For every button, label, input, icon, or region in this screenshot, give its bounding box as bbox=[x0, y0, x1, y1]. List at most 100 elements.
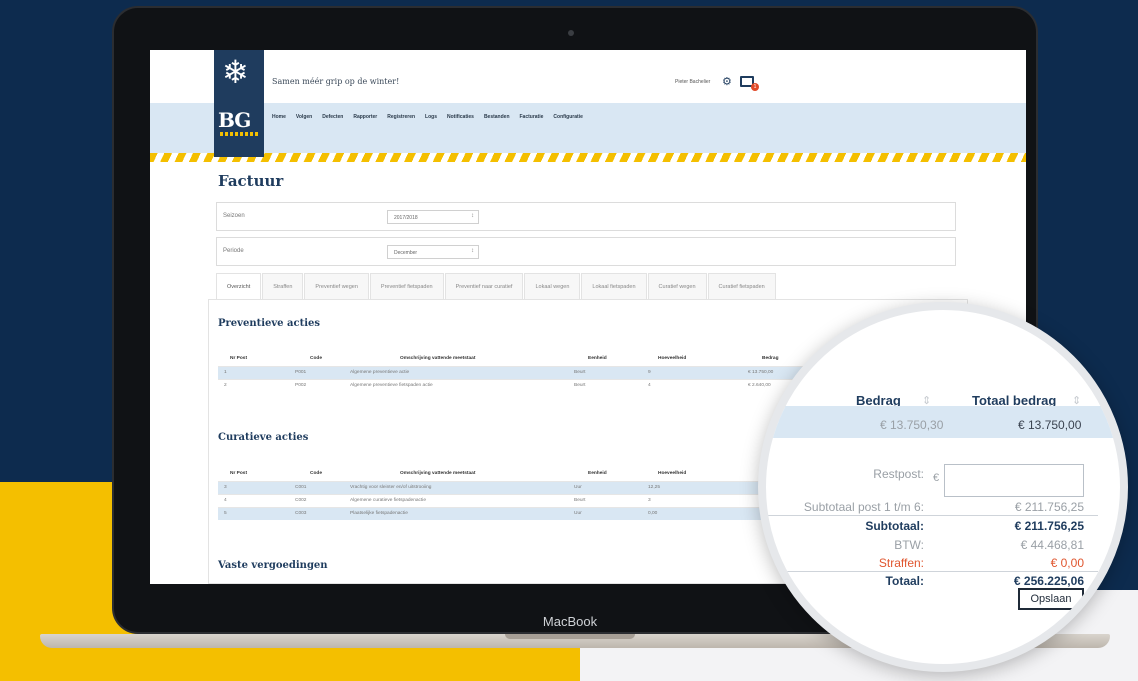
cell-eenheid: Beurt bbox=[574, 370, 586, 375]
column-header[interactable]: Code bbox=[310, 356, 322, 361]
column-header[interactable]: Omschrijving vattende meetstaat bbox=[400, 471, 475, 476]
cell-code: C001 bbox=[295, 485, 307, 490]
page-title: Factuur bbox=[218, 172, 284, 190]
laptop-notch bbox=[505, 634, 635, 639]
cell-code: C003 bbox=[295, 511, 307, 516]
table-header: Nr Post Code Omschrijving vattende meets… bbox=[218, 353, 818, 366]
nav-item-logs[interactable]: Logs bbox=[425, 114, 437, 120]
cell-code: P001 bbox=[295, 370, 307, 375]
cell-hoeveelheid: 12,25 bbox=[648, 485, 661, 490]
tab-straffen[interactable]: Straffen bbox=[262, 273, 304, 299]
cell-totaal-bedrag: € 13.750,00 bbox=[1018, 418, 1082, 432]
tab-preventief-fietspaden[interactable]: Preventief fietspaden bbox=[369, 273, 444, 299]
column-header[interactable]: Hoeveelheid bbox=[658, 356, 686, 361]
filter-periode: Periode December bbox=[216, 237, 956, 266]
column-header[interactable]: Omschrijving vattende meetstaat bbox=[400, 356, 475, 361]
cell-omschrijving: Plaatselijke fietspadenactie bbox=[350, 511, 408, 516]
cell-nr: 1 bbox=[224, 370, 227, 375]
nav-item-defecten[interactable]: Defecten bbox=[322, 114, 343, 120]
table-row[interactable]: 3 C001 Vrachtig voor sleinter en/of uits… bbox=[218, 481, 818, 494]
preventive-table: Nr Post Code Omschrijving vattende meets… bbox=[218, 353, 818, 392]
save-button[interactable]: Opslaan bbox=[1018, 588, 1084, 610]
cell-hoeveelheid: 0,00 bbox=[648, 511, 658, 516]
zoom-content: Bedrag ⇕ Totaal bedrag ⇕ € 13.750,30 € 1… bbox=[766, 310, 1120, 664]
filter-label: Seizoen bbox=[223, 213, 245, 219]
tab-curatief-fietspaden[interactable]: Curatief fietspaden bbox=[707, 273, 776, 299]
gear-icon[interactable]: ⚙ bbox=[722, 75, 732, 88]
cell-code: C002 bbox=[295, 498, 307, 503]
column-header[interactable]: Eenheid bbox=[588, 471, 607, 476]
summary-label-btw: BTW: bbox=[894, 538, 924, 552]
snowflake-icon: ❄ bbox=[222, 54, 249, 90]
tab-curatief-wegen[interactable]: Curatief wegen bbox=[647, 273, 707, 299]
cell-eenheid: Uur bbox=[574, 485, 582, 490]
periode-select[interactable]: December bbox=[387, 245, 479, 259]
nav-item-bestanden[interactable]: Bestanden bbox=[484, 114, 510, 120]
restpost-label: Restpost: bbox=[873, 467, 924, 481]
cell-eenheid: Beurt bbox=[574, 498, 586, 503]
restpost-input[interactable] bbox=[944, 464, 1084, 497]
logo-stripe bbox=[220, 132, 258, 136]
table-row[interactable]: 5 C003 Plaatselijke fietspadenactie Uur … bbox=[218, 507, 818, 520]
nav-item-registreren[interactable]: Registreren bbox=[387, 114, 415, 120]
tab-lokaal-wegen[interactable]: Lokaal wegen bbox=[524, 273, 581, 299]
cell-omschrijving: Algemene preventieve fietspaden actie bbox=[350, 383, 433, 388]
section-title: Curatieve acties bbox=[218, 432, 309, 443]
divider bbox=[768, 571, 1098, 572]
nav-item-rapporter[interactable]: Rapporter bbox=[353, 114, 377, 120]
cell-eenheid: Beurt bbox=[574, 383, 586, 388]
nav-item-notificaties[interactable]: Notificaties bbox=[447, 114, 474, 120]
tab-bar: Overzicht Straffen Preventief wegen Prev… bbox=[216, 273, 777, 299]
cell-code: P002 bbox=[295, 383, 307, 388]
summary-label-subtotaal: Subtotaal: bbox=[865, 519, 924, 533]
cell-hoeveelheid: 3 bbox=[648, 498, 651, 503]
table-header: Nr Post Code Omschrijving vattende meets… bbox=[218, 468, 818, 481]
summary-value-btw: € 44.468,81 bbox=[1020, 538, 1084, 552]
column-header[interactable]: Code bbox=[310, 471, 322, 476]
table-row[interactable]: 2 P002 Algemene preventieve fietspaden a… bbox=[218, 379, 818, 392]
nav-item-home[interactable]: Home bbox=[272, 114, 286, 120]
camera-icon bbox=[568, 30, 574, 36]
nav-bar bbox=[150, 103, 1026, 153]
nav-item-facturatie[interactable]: Facturatie bbox=[520, 114, 544, 120]
cell-nr: 2 bbox=[224, 383, 227, 388]
section-title: Preventieve acties bbox=[218, 318, 321, 329]
cell-nr: 3 bbox=[224, 485, 227, 490]
tab-preventief-naar-curatief[interactable]: Preventief naar curatief bbox=[444, 273, 524, 299]
summary-value-totaal: € 256.225,06 bbox=[1013, 574, 1084, 588]
summary-value-subtotaal-post: € 211.756,25 bbox=[1014, 500, 1084, 514]
cell-omschrijving: Algemene curatieve fietspadenactie bbox=[350, 498, 426, 503]
tab-lokaal-fietspaden[interactable]: Lokaal fietspaden bbox=[581, 273, 647, 299]
table-row[interactable]: 1 P001 Algemene preventieve actie Beurt … bbox=[218, 366, 818, 379]
cell-nr: 5 bbox=[224, 511, 227, 516]
cell-eenheid: Uur bbox=[574, 511, 582, 516]
column-header[interactable]: Nr Post bbox=[230, 356, 247, 361]
cell-omschrijving: Algemene preventieve actie bbox=[350, 370, 410, 375]
summary-value-subtotaal: € 211.756,25 bbox=[1014, 519, 1084, 533]
notification-badge: 1 bbox=[751, 83, 759, 91]
summary-label-subtotaal-post: Subtotaal post 1 t/m 6: bbox=[803, 500, 924, 514]
nav-item-volgen[interactable]: Volgen bbox=[296, 114, 312, 120]
app-tagline: Samen méér grip op de winter! bbox=[272, 77, 400, 86]
tab-preventief-wegen[interactable]: Preventief wegen bbox=[304, 273, 369, 299]
column-header[interactable]: Hoeveelheid bbox=[658, 471, 686, 476]
section-title: Vaste vergoedingen bbox=[218, 560, 328, 571]
nav-item-configuratie[interactable]: Configuratie bbox=[553, 114, 582, 120]
zoom-magnifier: Bedrag ⇕ Totaal bedrag ⇕ € 13.750,30 € 1… bbox=[758, 302, 1128, 672]
euro-symbol: € bbox=[933, 472, 940, 484]
summary-value-straffen: € 0,00 bbox=[1050, 556, 1084, 570]
cell-bedrag: € 13.750,30 bbox=[880, 418, 944, 432]
cell-omschrijving: Vrachtig voor sleinter en/of uitstrooiin… bbox=[350, 485, 432, 490]
app-logo[interactable]: ❄ BG bbox=[214, 50, 264, 157]
seizoen-select[interactable]: 2017/2018 bbox=[387, 210, 479, 224]
tab-overzicht[interactable]: Overzicht bbox=[216, 273, 262, 299]
filter-label: Periode bbox=[223, 248, 244, 254]
user-name[interactable]: Pieter Bachelier bbox=[675, 79, 710, 85]
cell-nr: 4 bbox=[224, 498, 227, 503]
table-row[interactable]: 4 C002 Algemene curatieve fietspadenacti… bbox=[218, 494, 818, 507]
column-header[interactable]: Eenheid bbox=[588, 356, 607, 361]
cell-hoeveelheid: 9 bbox=[648, 370, 651, 375]
column-header[interactable]: Nr Post bbox=[230, 471, 247, 476]
device-brand: MacBook bbox=[542, 614, 598, 629]
summary-label-totaal: Totaal: bbox=[885, 574, 924, 588]
